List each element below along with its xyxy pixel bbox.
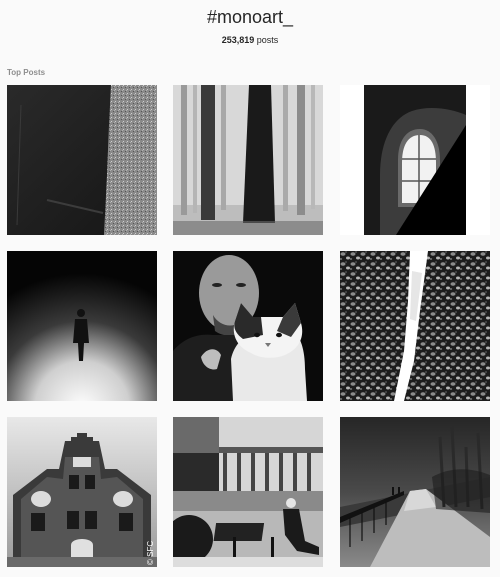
post-tile-6[interactable] bbox=[340, 251, 490, 401]
post-tile-8[interactable] bbox=[173, 417, 323, 567]
post-image-3 bbox=[340, 85, 490, 235]
post-count-suffix: posts bbox=[256, 35, 279, 45]
hashtag-page: #monoart_ 253,819 posts Top Posts © SFC bbox=[0, 0, 500, 577]
post-tile-3[interactable] bbox=[340, 85, 490, 235]
post-tile-7[interactable]: © SFC bbox=[7, 417, 157, 567]
hashtag-title: #monoart_ bbox=[206, 7, 294, 27]
post-image-7: © SFC bbox=[7, 417, 157, 567]
post-image-5 bbox=[173, 251, 323, 401]
post-image-8 bbox=[173, 417, 323, 567]
post-tile-2[interactable] bbox=[173, 85, 323, 235]
post-tile-1[interactable] bbox=[7, 85, 157, 235]
post-tile-9[interactable] bbox=[340, 417, 490, 567]
post-image-2 bbox=[173, 85, 323, 235]
post-tile-4[interactable] bbox=[7, 251, 157, 401]
post-count: 253,819 posts bbox=[0, 35, 500, 45]
watermark-text: © SFC bbox=[146, 541, 155, 565]
post-tile-5[interactable] bbox=[173, 251, 323, 401]
post-image-6 bbox=[340, 251, 490, 401]
post-image-1 bbox=[7, 85, 157, 235]
post-count-number: 253,819 bbox=[221, 35, 255, 45]
post-image-9 bbox=[340, 417, 490, 567]
section-title-top-posts: Top Posts bbox=[7, 68, 46, 77]
post-image-4 bbox=[7, 251, 157, 401]
